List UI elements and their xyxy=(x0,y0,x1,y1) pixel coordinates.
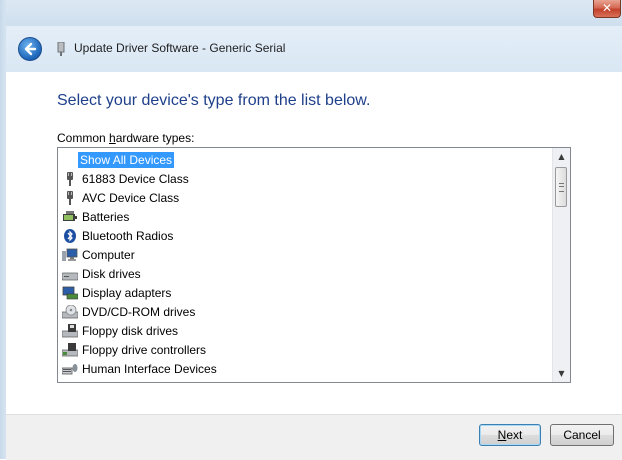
floppy-drive-icon xyxy=(62,323,78,337)
close-button[interactable]: ✕ xyxy=(593,0,621,18)
device-icon xyxy=(57,42,65,56)
list-item-floppy-disk-drives[interactable]: Floppy disk drives xyxy=(58,321,552,340)
floppy-controller-icon xyxy=(62,342,78,356)
list-item-computer[interactable]: Computer xyxy=(58,245,552,264)
scroll-thumb[interactable] xyxy=(555,167,567,207)
display-adapter-icon xyxy=(62,286,78,299)
back-button[interactable] xyxy=(18,37,42,61)
disk-drive-icon xyxy=(62,272,78,280)
computer-icon xyxy=(62,248,78,261)
next-button[interactable]: Next xyxy=(479,424,541,446)
list-item-61883-device-class[interactable]: 61883 Device Class xyxy=(58,169,552,188)
list-item-label: DVD/CD-ROM drives xyxy=(82,304,196,319)
scroll-down-arrow-icon[interactable]: ▼ xyxy=(553,365,570,382)
list-item-display-adapters[interactable]: Display adapters xyxy=(58,283,552,302)
close-icon: ✕ xyxy=(601,1,613,15)
list-item-label: Display adapters xyxy=(82,285,172,300)
list-item-dvd-cd-rom-drives[interactable]: DVD/CD-ROM drives xyxy=(58,302,552,321)
list-item-disk-drives[interactable]: Disk drives xyxy=(58,264,552,283)
window-frame-top xyxy=(0,0,622,26)
page-heading: Select your device's type from the list … xyxy=(57,92,371,109)
window-title: Update Driver Software - Generic Serial xyxy=(74,41,286,55)
plug-icon xyxy=(67,171,73,186)
list-item-label: Floppy disk drives xyxy=(82,323,179,338)
list-item-label: Bluetooth Radios xyxy=(82,228,174,243)
list-item-human-interface-devices[interactable]: Human Interface Devices xyxy=(58,359,552,378)
list-item-label: AVC Device Class xyxy=(82,190,180,205)
list-item-label: Batteries xyxy=(82,209,130,224)
list-item-bluetooth-radios[interactable]: Bluetooth Radios xyxy=(58,226,552,245)
list-scrollbar[interactable]: ▲ ▼ xyxy=(552,148,570,382)
list-label: Common hardware types: xyxy=(57,131,195,145)
list-item-floppy-drive-controllers[interactable]: Floppy drive controllers xyxy=(58,340,552,359)
grip-icon xyxy=(559,183,564,192)
list-item-label: 61883 Device Class xyxy=(82,171,189,186)
list-item-label: Human Interface Devices xyxy=(82,361,217,376)
cancel-button[interactable]: Cancel xyxy=(550,424,614,446)
scroll-up-arrow-icon[interactable]: ▲ xyxy=(553,148,570,165)
bluetooth-icon xyxy=(64,228,76,243)
battery-icon xyxy=(63,210,77,221)
dvd-drive-icon xyxy=(62,304,78,318)
list-item-label: Disk drives xyxy=(82,266,141,281)
list-items: Show All Devices 61883 Device Class AVC … xyxy=(58,150,552,378)
list-item-avc-device-class[interactable]: AVC Device Class xyxy=(58,188,552,207)
list-item-label: Computer xyxy=(82,247,135,262)
list-item-batteries[interactable]: Batteries xyxy=(58,207,552,226)
plug-icon xyxy=(67,190,73,205)
list-item-label: Floppy drive controllers xyxy=(82,342,207,357)
hid-icon xyxy=(62,363,78,374)
list-item-show-all-devices[interactable]: Show All Devices xyxy=(58,150,552,169)
hardware-type-list[interactable]: Show All Devices 61883 Device Class AVC … xyxy=(57,147,571,383)
list-item-label: Show All Devices xyxy=(78,151,175,168)
back-arrow-icon xyxy=(24,42,37,56)
